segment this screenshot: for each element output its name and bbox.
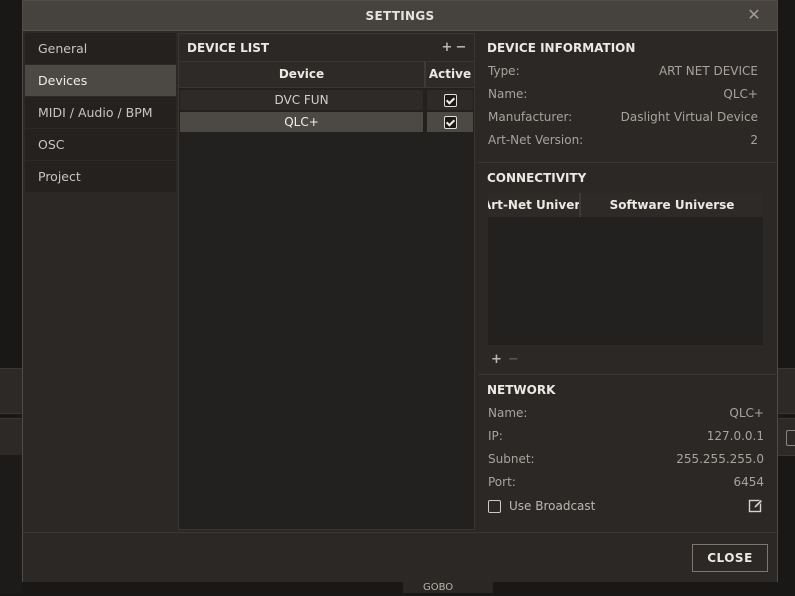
sidebar-item-osc[interactable]: OSC	[25, 129, 176, 160]
artnet-version-label: Art-Net Version:	[488, 133, 584, 147]
universe-table: Art-Net Universe Software Universe	[488, 193, 763, 345]
sidebar-item-midi-audio-bpm[interactable]: MIDI / Audio / BPM	[25, 97, 176, 128]
sidebar-item-general[interactable]: General	[25, 33, 176, 64]
settings-dialog: SETTINGS ✕ General Devices MIDI / Audio …	[22, 0, 778, 582]
device-list-panel: DEVICE LIST + − Device Active DVC FUN QLC…	[178, 33, 475, 530]
connectivity-title: CONNECTIVITY	[487, 171, 587, 185]
type-value: ART NET DEVICE	[658, 64, 758, 78]
add-universe-button[interactable]: +	[491, 352, 502, 367]
universe-table-header: Art-Net Universe Software Universe	[488, 193, 763, 217]
background-lock-icon	[786, 430, 795, 446]
remove-device-button[interactable]: −	[454, 34, 468, 62]
column-header-software-universe[interactable]: Software Universe	[581, 193, 763, 217]
use-broadcast-label: Use Broadcast	[509, 499, 596, 513]
column-header-device[interactable]: Device	[179, 62, 426, 87]
close-icon[interactable]: ✕	[745, 5, 763, 25]
device-information-section: DEVICE INFORMATION Type: ART NET DEVICE N…	[478, 33, 776, 162]
subnet-label: Subnet:	[488, 452, 535, 466]
sidebar-item-devices[interactable]: Devices	[25, 65, 176, 96]
table-row[interactable]: QLC+	[179, 112, 474, 132]
active-checkbox[interactable]	[443, 93, 457, 107]
remove-universe-button[interactable]: −	[508, 352, 519, 367]
column-header-active[interactable]: Active	[426, 62, 474, 87]
edit-icon[interactable]	[748, 498, 764, 514]
network-name-label: Name:	[488, 406, 528, 420]
name-value: QLC+	[723, 87, 758, 101]
dialog-title: SETTINGS	[365, 9, 435, 23]
device-table-header: Device Active	[179, 61, 474, 88]
use-broadcast-checkbox[interactable]	[488, 499, 501, 513]
name-label: Name:	[488, 87, 528, 101]
universe-controls: + −	[478, 345, 776, 369]
device-details: DEVICE INFORMATION Type: ART NET DEVICE N…	[478, 33, 776, 530]
subnet-value: 255.255.255.0	[676, 452, 764, 466]
device-name-cell[interactable]: QLC+	[180, 112, 427, 132]
device-list-title: DEVICE LIST	[187, 41, 270, 55]
port-label: Port:	[488, 475, 516, 489]
dialog-footer: CLOSE	[23, 532, 777, 582]
settings-sidebar: General Devices MIDI / Audio / BPM OSC P…	[25, 33, 176, 193]
manufacturer-value: Daslight Virtual Device	[620, 110, 758, 124]
background-grid	[0, 455, 22, 593]
table-row[interactable]: DVC FUN	[179, 90, 474, 110]
network-name-value: QLC+	[729, 406, 764, 420]
use-broadcast-toggle[interactable]: Use Broadcast	[488, 499, 595, 513]
manufacturer-label: Manufacturer:	[488, 110, 573, 124]
network-title: NETWORK	[487, 383, 556, 397]
network-section: NETWORK Name: QLC+ IP: 127.0.0.1 Subnet: 25…	[478, 375, 776, 530]
port-value: 6454	[733, 475, 764, 489]
ip-label: IP:	[488, 429, 503, 443]
add-device-button[interactable]: +	[440, 34, 454, 62]
broadcast-row: Use Broadcast	[478, 494, 776, 518]
device-name-cell[interactable]: DVC FUN	[180, 90, 427, 110]
close-button[interactable]: CLOSE	[692, 544, 768, 572]
active-checkbox[interactable]	[443, 115, 457, 129]
type-label: Type:	[488, 64, 520, 78]
sidebar-item-project[interactable]: Project	[25, 161, 176, 192]
artnet-version-value: 2	[750, 133, 758, 147]
device-information-title: DEVICE INFORMATION	[487, 41, 636, 55]
connectivity-section: CONNECTIVITY Art-Net Universe Software U…	[478, 163, 776, 374]
device-list-header: DEVICE LIST + −	[179, 34, 474, 61]
column-header-artnet-universe[interactable]: Art-Net Universe	[488, 193, 581, 217]
ip-value: 127.0.0.1	[706, 429, 764, 443]
title-bar: SETTINGS ✕	[23, 1, 777, 31]
